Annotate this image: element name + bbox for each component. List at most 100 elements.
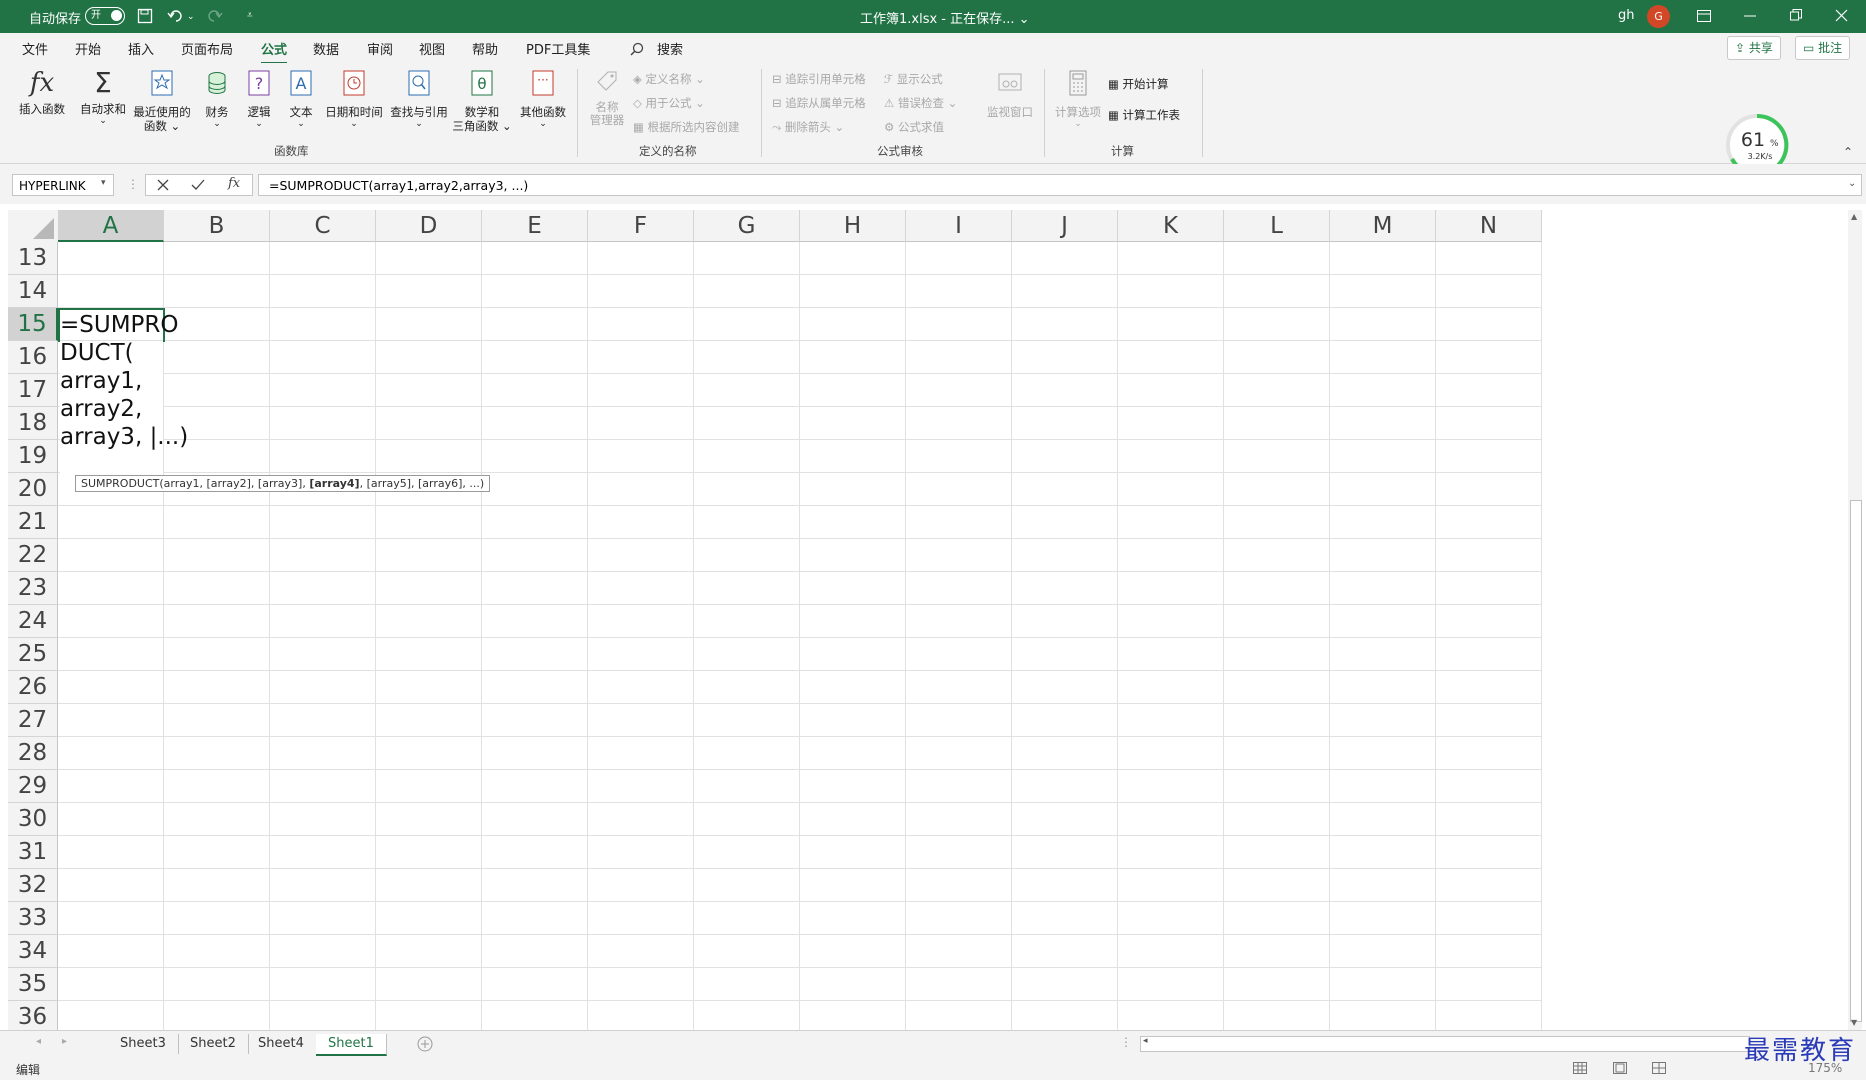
scroll-down-icon[interactable]: ▼ [1851,1018,1857,1027]
worksheet-grid[interactable]: ABCDEFGHIJKLMN 13 14 15 16 17 18 19 20 21 22 23 24 2… [8,210,1846,1030]
tab-review[interactable]: 审阅 [367,39,393,58]
text-button[interactable]: A 文本 ⌄ [287,68,315,129]
row-header-24[interactable]: 24 [8,605,58,638]
row-header-18[interactable]: 18 [8,407,58,440]
row-header-14[interactable]: 14 [8,275,58,308]
enter-icon[interactable] [191,179,205,191]
search-icon[interactable] [630,42,644,56]
column-header-i[interactable]: I [906,210,1012,242]
logical-button[interactable]: ? 逻辑 ⌄ [245,68,273,129]
tab-insert[interactable]: 插入 [128,39,154,58]
recently-used-button[interactable]: 最近使用的 函数 ⌄ [133,68,191,133]
evaluate-formula-button[interactable]: ⚙ 公式求值 [884,119,944,135]
calculate-now-button[interactable]: ▦ 开始计算 [1108,76,1169,92]
tab-view[interactable]: 视图 [419,39,445,58]
row-header-15[interactable]: 15 [8,308,58,341]
sheet-tab-sheet3[interactable]: Sheet3 [108,1034,179,1054]
row-header-32[interactable]: 32 [8,869,58,902]
column-header-k[interactable]: K [1118,210,1224,242]
tab-page-layout[interactable]: 页面布局 [181,39,233,58]
column-header-l[interactable]: L [1224,210,1330,242]
row-header-31[interactable]: 31 [8,836,58,869]
column-header-f[interactable]: F [588,210,694,242]
tab-pdf-tools[interactable]: PDF工具集 [526,39,590,58]
row-header-30[interactable]: 30 [8,803,58,836]
tab-split-grip-icon[interactable]: ⋮ [1120,1035,1132,1049]
column-header-c[interactable]: C [270,210,376,242]
scroll-tabs-right-icon[interactable]: ▸ [62,1036,67,1047]
calculate-sheet-button[interactable]: ▦ 计算工作表 [1108,107,1180,123]
column-header-n[interactable]: N [1436,210,1542,242]
function-argument-tooltip[interactable]: SUMPRODUCT(array1, [array2], [array3], [… [75,475,491,492]
customize-qat-icon[interactable]: ⩡ [247,10,253,21]
scroll-tabs-left-icon[interactable]: ◂ [36,1036,41,1047]
row-header-26[interactable]: 26 [8,671,58,704]
autosave-toggle[interactable]: 开 [85,7,125,25]
sheet-tab-sheet2[interactable]: Sheet2 [178,1034,249,1054]
share-button[interactable]: ⇪ 共享 [1727,36,1781,60]
tab-formulas[interactable]: 公式 [261,39,288,65]
row-header-16[interactable]: 16 [8,341,58,374]
column-header-g[interactable]: G [694,210,800,242]
avatar[interactable]: G [1647,5,1670,28]
calculation-options-button[interactable]: 计算选项 ⌄ [1053,68,1103,129]
formula-input[interactable]: =SUMPRODUCT(array1,array2,array3, ...) [258,174,1862,196]
scroll-up-icon[interactable]: ▲ [1851,212,1857,221]
name-manager-button[interactable]: 名称 管理器 [586,68,628,127]
sheet-tab-sheet4[interactable]: Sheet4 [246,1034,317,1054]
show-formulas-button[interactable]: ℱ 显示公式 [884,71,943,87]
column-header-j[interactable]: J [1012,210,1118,242]
sheet-tab-sheet1[interactable]: Sheet1 [316,1034,387,1056]
row-header-34[interactable]: 34 [8,935,58,968]
tab-file[interactable]: 文件 [22,39,48,58]
date-time-button[interactable]: 日期和时间 ⌄ [323,68,385,129]
restore-icon[interactable] [1790,9,1802,21]
financial-button[interactable]: 财务 ⌄ [203,68,231,129]
row-header-23[interactable]: 23 [8,572,58,605]
new-sheet-icon[interactable] [417,1036,433,1052]
trace-precedents-button[interactable]: ⊟ 追踪引用单元格 [772,71,866,87]
remove-arrows-button[interactable]: ⤳ 删除箭头 ⌄ [772,119,844,135]
watch-window-button[interactable]: 监视窗口 [984,68,1036,119]
row-header-19[interactable]: 19 [8,440,58,473]
row-header-22[interactable]: 22 [8,539,58,572]
column-header-e[interactable]: E [482,210,588,242]
vertical-scroll-thumb[interactable] [1850,500,1862,1022]
vertical-scrollbar[interactable]: ▲ ▼ [1848,210,1862,1030]
define-name-button[interactable]: ◈ 定义名称 ⌄ [633,71,705,87]
tab-data[interactable]: 数据 [313,39,339,58]
more-functions-button[interactable]: ··· 其他函数 ⌄ [516,68,570,129]
row-header-21[interactable]: 21 [8,506,58,539]
scroll-left-icon[interactable]: ◂ [1143,1036,1148,1046]
trace-dependents-button[interactable]: ⊟ 追踪从属单元格 [772,95,866,111]
save-icon[interactable] [137,8,153,24]
expand-formula-bar-icon[interactable]: ⌄ [1848,178,1856,189]
insert-function-button[interactable]: fx 插入函数 [15,68,69,116]
column-header-b[interactable]: B [164,210,270,242]
tab-help[interactable]: 帮助 [472,39,498,58]
row-header-36[interactable]: 36 [8,1001,58,1030]
error-checking-button[interactable]: ⚠ 错误检查 ⌄ [884,95,957,111]
row-header-27[interactable]: 27 [8,704,58,737]
column-header-d[interactable]: D [376,210,482,242]
column-header-h[interactable]: H [800,210,906,242]
comments-button[interactable]: ▭ 批注 [1795,36,1851,60]
redo-icon[interactable] [205,8,223,24]
column-header-a[interactable]: A [58,210,164,242]
name-box[interactable]: HYPERLINK [12,174,114,196]
tab-home[interactable]: 开始 [75,39,101,58]
horizontal-scrollbar[interactable] [1140,1036,1750,1052]
row-header-17[interactable]: 17 [8,374,58,407]
autosum-button[interactable]: Σ 自动求和 ⌄ [78,68,128,127]
row-header-20[interactable]: 20 [8,473,58,506]
minimize-icon[interactable] [1744,15,1756,17]
column-header-m[interactable]: M [1330,210,1436,242]
page-break-view-icon[interactable] [1652,1062,1666,1074]
ribbon-display-icon[interactable] [1697,10,1711,22]
page-layout-view-icon[interactable] [1613,1062,1627,1074]
row-header-25[interactable]: 25 [8,638,58,671]
cell-a15-line-5[interactable]: array3, |...) [60,421,188,454]
undo-dropdown-icon[interactable]: ⌄ [187,12,195,22]
row-header-35[interactable]: 35 [8,968,58,1001]
row-header-13[interactable]: 13 [8,242,58,275]
